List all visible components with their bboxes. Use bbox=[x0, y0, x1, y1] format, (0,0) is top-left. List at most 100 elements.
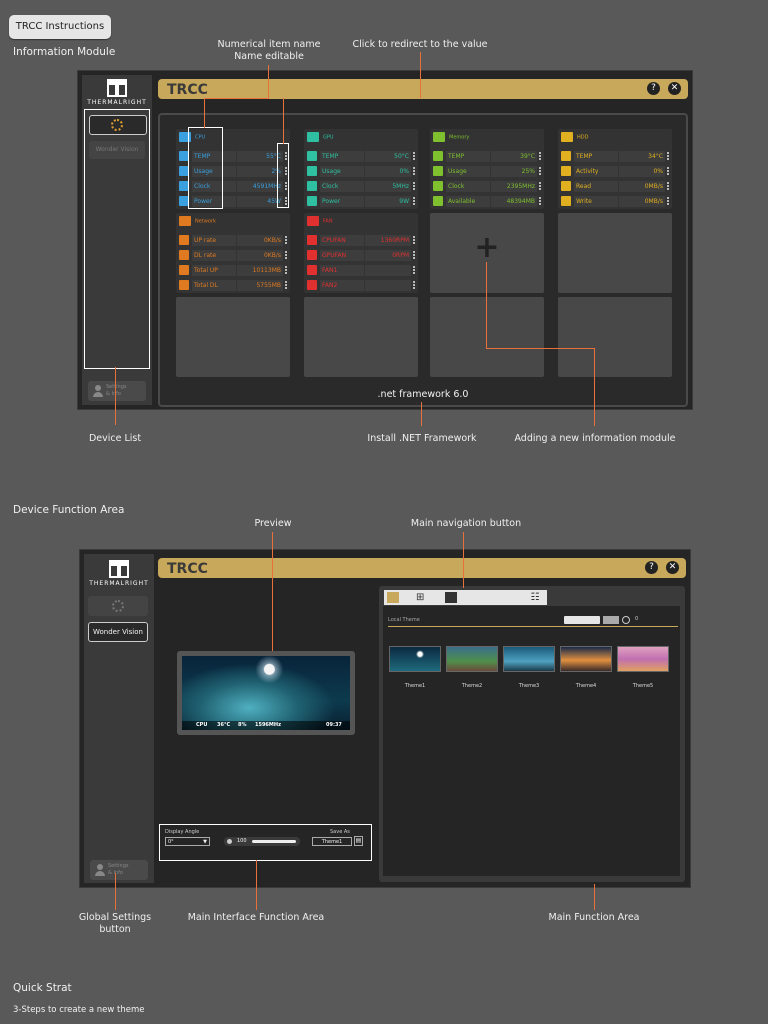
redirect-dots-icon[interactable] bbox=[413, 182, 415, 191]
widgets-icon[interactable]: ⊞ bbox=[416, 592, 428, 603]
close-icon[interactable]: ✕ bbox=[668, 82, 681, 95]
module-row[interactable]: TEMP 34°C bbox=[561, 151, 669, 162]
redirect-dots-icon[interactable] bbox=[667, 182, 669, 191]
item-name[interactable]: Activity bbox=[574, 166, 618, 177]
item-name[interactable]: TEMP bbox=[320, 151, 364, 162]
settings-sliders-icon[interactable]: ☷ bbox=[523, 590, 547, 605]
item-name[interactable]: DL rate bbox=[192, 250, 236, 261]
theme-thumbnail[interactable]: Theme5 bbox=[617, 646, 669, 689]
module-row[interactable]: Power 9W bbox=[307, 196, 415, 207]
slideshow-toggle[interactable] bbox=[603, 616, 619, 624]
item-name[interactable]: Power bbox=[320, 196, 364, 207]
theme-thumbnail[interactable]: Theme4 bbox=[560, 646, 612, 689]
module-gpu[interactable]: GPU TEMP 50°C Usage 0% Clock 5MHz Power 9W bbox=[304, 129, 418, 209]
redirect-dots-icon[interactable] bbox=[539, 152, 541, 161]
module-row[interactable]: Available 48394MB bbox=[433, 196, 541, 207]
module-network[interactable]: Network UP rate 0KB/s DL rate 0KB/s Total UP 1… bbox=[176, 213, 290, 293]
import-export-buttons[interactable] bbox=[564, 616, 600, 624]
divider bbox=[388, 626, 678, 627]
close-icon[interactable]: ✕ bbox=[666, 561, 679, 574]
module-row[interactable]: Write 0MB/s bbox=[561, 196, 669, 207]
module-hdd[interactable]: HDD TEMP 34°C Activity 0% Read 0MB/s Write 0MB/s bbox=[558, 129, 672, 209]
module-slot-empty[interactable] bbox=[558, 213, 672, 293]
item-name[interactable]: GPUFAN bbox=[320, 250, 364, 261]
item-name[interactable]: Clock bbox=[446, 181, 490, 192]
help-icon[interactable]: ? bbox=[645, 561, 658, 574]
redirect-dots-icon[interactable] bbox=[667, 152, 669, 161]
module-row[interactable]: DL rate 0KB/s bbox=[179, 250, 287, 261]
theme-image bbox=[503, 646, 555, 672]
theme-thumbnail[interactable]: Theme2 bbox=[446, 646, 498, 689]
module-row[interactable]: Total DL 5755MB bbox=[179, 280, 287, 291]
redirect-dots-icon[interactable] bbox=[539, 182, 541, 191]
sidebar-item-wonder-vision[interactable]: Wonder Vision bbox=[88, 622, 148, 642]
redirect-dots-icon[interactable] bbox=[413, 152, 415, 161]
net-framework-link[interactable]: .net framework 6.0 bbox=[160, 389, 686, 400]
module-row[interactable]: Clock 2395MHz bbox=[433, 181, 541, 192]
theme-thumbnail[interactable]: Theme3 bbox=[503, 646, 555, 689]
module-row[interactable]: FAN1 bbox=[307, 265, 415, 276]
module-row[interactable]: Usage 0% bbox=[307, 166, 415, 177]
redirect-dots-icon[interactable] bbox=[413, 167, 415, 176]
module-slot-empty[interactable] bbox=[304, 297, 418, 377]
global-settings-button[interactable]: Settings & Info bbox=[90, 860, 148, 880]
grid-view-icon[interactable] bbox=[387, 592, 399, 603]
redirect-dots-icon[interactable] bbox=[667, 167, 669, 176]
item-name[interactable]: Usage bbox=[446, 166, 490, 177]
redirect-dots-icon[interactable] bbox=[413, 197, 415, 206]
item-name[interactable]: Read bbox=[574, 181, 618, 192]
item-name[interactable]: TEMP bbox=[574, 151, 618, 162]
item-name[interactable]: FAN1 bbox=[320, 265, 364, 276]
module-row[interactable]: UP rate 0KB/s bbox=[179, 235, 287, 246]
item-name[interactable]: Total DL bbox=[192, 280, 236, 291]
highlight-main-interface bbox=[159, 824, 372, 861]
module-row[interactable]: Total UP 10113MB bbox=[179, 265, 287, 276]
module-row[interactable]: Read 0MB/s bbox=[561, 181, 669, 192]
theme-thumbnail[interactable]: Theme1 bbox=[389, 646, 441, 689]
help-icon[interactable]: ? bbox=[647, 82, 660, 95]
module-row[interactable]: TEMP 50°C bbox=[307, 151, 415, 162]
add-module-slot[interactable]: + bbox=[430, 213, 544, 293]
redirect-dots-icon[interactable] bbox=[285, 251, 287, 260]
redirect-dots-icon[interactable] bbox=[667, 197, 669, 206]
module-row[interactable]: GPUFAN 0RPM bbox=[307, 250, 415, 261]
module-memory[interactable]: Memory TEMP 39°C Usage 25% Clock 2395MHz Availa… bbox=[430, 129, 544, 209]
module-slot-empty[interactable] bbox=[558, 297, 672, 377]
module-row[interactable]: Clock 5MHz bbox=[307, 181, 415, 192]
redirect-dots-icon[interactable] bbox=[413, 281, 415, 290]
item-name[interactable]: UP rate bbox=[192, 235, 236, 246]
redirect-dots-icon[interactable] bbox=[413, 236, 415, 245]
device-item-dim[interactable] bbox=[88, 596, 148, 616]
theme-label: Theme1 bbox=[404, 683, 426, 689]
item-name[interactable]: Write bbox=[574, 196, 618, 207]
module-row[interactable]: Usage 25% bbox=[433, 166, 541, 177]
item-name[interactable]: Usage bbox=[320, 166, 364, 177]
module-row[interactable]: FAN2 bbox=[307, 280, 415, 291]
redirect-dots-icon[interactable] bbox=[285, 236, 287, 245]
global-settings-button[interactable]: Settings & Info bbox=[88, 381, 146, 401]
clock-icon[interactable] bbox=[622, 616, 630, 624]
item-name[interactable]: CPUFAN bbox=[320, 235, 364, 246]
module-slot-empty[interactable] bbox=[430, 297, 544, 377]
item-value: 10113MB bbox=[237, 265, 283, 276]
redirect-dots-icon[interactable] bbox=[285, 266, 287, 275]
image-icon[interactable] bbox=[445, 592, 457, 603]
redirect-dots-icon[interactable] bbox=[413, 251, 415, 260]
module-title: GPU bbox=[323, 134, 334, 141]
redirect-dots-icon[interactable] bbox=[285, 281, 287, 290]
module-slot-empty[interactable] bbox=[176, 297, 290, 377]
trcc-instructions-button[interactable]: TRCC Instructions bbox=[9, 15, 111, 39]
redirect-dots-icon[interactable] bbox=[413, 266, 415, 275]
annotation-line bbox=[283, 98, 284, 144]
item-name[interactable]: Available bbox=[446, 196, 490, 207]
item-name[interactable]: TEMP bbox=[446, 151, 490, 162]
module-row[interactable]: TEMP 39°C bbox=[433, 151, 541, 162]
redirect-dots-icon[interactable] bbox=[539, 167, 541, 176]
module-fan[interactable]: FAN CPUFAN 1360RPM GPUFAN 0RPM FAN1 FAN2 bbox=[304, 213, 418, 293]
module-row[interactable]: CPUFAN 1360RPM bbox=[307, 235, 415, 246]
item-name[interactable]: Total UP bbox=[192, 265, 236, 276]
item-name[interactable]: FAN2 bbox=[320, 280, 364, 291]
module-row[interactable]: Activity 0% bbox=[561, 166, 669, 177]
redirect-dots-icon[interactable] bbox=[539, 197, 541, 206]
item-name[interactable]: Clock bbox=[320, 181, 364, 192]
